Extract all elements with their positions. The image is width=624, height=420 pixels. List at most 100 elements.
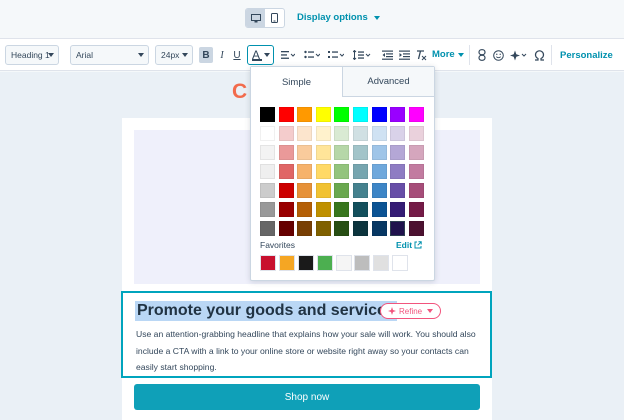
emoji-button[interactable] — [491, 47, 505, 63]
color-swatch[interactable] — [334, 145, 350, 160]
color-swatch[interactable] — [371, 164, 387, 179]
clear-formatting-button[interactable] — [414, 47, 428, 63]
rich-text-module[interactable]: Promote your goods and services Refine U… — [121, 291, 492, 378]
personalize-button[interactable]: Personalize — [560, 50, 613, 61]
color-swatch[interactable] — [390, 107, 406, 122]
color-swatch[interactable] — [297, 145, 313, 160]
indent-increase-button[interactable] — [397, 47, 411, 63]
tab-advanced[interactable]: Advanced — [342, 67, 434, 97]
color-swatch[interactable] — [297, 107, 313, 122]
color-swatch[interactable] — [390, 126, 406, 141]
color-swatch[interactable] — [315, 221, 331, 236]
color-swatch[interactable] — [408, 145, 424, 160]
align-button[interactable] — [278, 47, 298, 63]
color-swatch[interactable] — [278, 183, 294, 198]
color-swatch[interactable] — [371, 183, 387, 198]
font-family-select[interactable]: Arial — [70, 45, 149, 65]
color-swatch[interactable] — [297, 126, 313, 141]
color-swatch[interactable] — [278, 164, 294, 179]
color-swatch[interactable] — [278, 202, 294, 217]
color-swatch[interactable] — [315, 202, 331, 217]
color-swatch[interactable] — [352, 107, 368, 122]
color-swatch[interactable] — [278, 107, 294, 122]
block-style-select[interactable]: Heading 1 — [5, 45, 59, 65]
color-swatch[interactable] — [371, 221, 387, 236]
color-swatch[interactable] — [260, 145, 275, 160]
color-swatch[interactable] — [352, 145, 368, 160]
favorite-color-swatch[interactable] — [316, 255, 333, 271]
color-swatch[interactable] — [334, 164, 350, 179]
color-swatch[interactable] — [297, 221, 313, 236]
color-swatch[interactable] — [371, 202, 387, 217]
favorite-color-swatch[interactable] — [335, 255, 352, 271]
indent-decrease-button[interactable] — [380, 47, 394, 63]
shop-now-button[interactable]: Shop now — [134, 384, 480, 410]
color-swatch[interactable] — [390, 221, 406, 236]
color-swatch[interactable] — [297, 183, 313, 198]
color-swatch[interactable] — [260, 183, 275, 198]
bold-button[interactable]: B — [199, 47, 213, 63]
color-swatch[interactable] — [390, 183, 406, 198]
color-swatch[interactable] — [352, 164, 368, 179]
color-swatch[interactable] — [371, 107, 387, 122]
color-swatch[interactable] — [334, 126, 350, 141]
color-swatch[interactable] — [408, 221, 424, 236]
color-swatch[interactable] — [260, 126, 275, 141]
color-swatch[interactable] — [408, 126, 424, 141]
color-swatch[interactable] — [408, 107, 424, 122]
favorite-color-swatch[interactable] — [297, 255, 314, 271]
module-body-text[interactable]: Use an attention-grabbing headline that … — [136, 326, 481, 376]
color-swatch[interactable] — [352, 183, 368, 198]
color-swatch[interactable] — [371, 126, 387, 141]
color-swatch[interactable] — [390, 202, 406, 217]
bulleted-list-button[interactable] — [302, 47, 322, 63]
color-swatch[interactable] — [352, 202, 368, 217]
color-swatch[interactable] — [260, 221, 275, 236]
numbered-list-button[interactable] — [326, 47, 346, 63]
color-swatch[interactable] — [334, 202, 350, 217]
color-swatch[interactable] — [315, 107, 331, 122]
color-swatch[interactable] — [315, 126, 331, 141]
desktop-view-button[interactable] — [246, 9, 265, 27]
color-swatch[interactable] — [297, 202, 313, 217]
font-color-button[interactable]: A — [247, 45, 274, 65]
color-swatch[interactable] — [297, 164, 313, 179]
ai-assistant-button[interactable] — [508, 47, 528, 63]
color-swatch[interactable] — [408, 164, 424, 179]
color-swatch[interactable] — [315, 145, 331, 160]
color-swatch[interactable] — [334, 183, 350, 198]
underline-button[interactable]: U — [230, 47, 244, 63]
color-swatch[interactable] — [260, 107, 275, 122]
color-swatch[interactable] — [315, 183, 331, 198]
color-swatch[interactable] — [260, 164, 275, 179]
favorite-color-swatch[interactable] — [392, 255, 409, 271]
color-swatch[interactable] — [278, 126, 294, 141]
favorite-color-swatch[interactable] — [278, 255, 295, 271]
color-swatch[interactable] — [352, 126, 368, 141]
color-swatch[interactable] — [371, 145, 387, 160]
color-swatch[interactable] — [408, 202, 424, 217]
refine-button[interactable]: Refine — [380, 303, 442, 319]
tab-simple[interactable]: Simple — [251, 67, 342, 97]
color-swatch[interactable] — [278, 221, 294, 236]
favorite-color-swatch[interactable] — [354, 255, 371, 271]
font-size-select[interactable]: 24px — [155, 45, 193, 65]
module-heading[interactable]: Promote your goods and services — [135, 301, 397, 321]
color-swatch[interactable] — [352, 221, 368, 236]
special-characters-button[interactable] — [532, 47, 546, 63]
color-swatch[interactable] — [390, 145, 406, 160]
link-button[interactable] — [475, 47, 489, 63]
favorite-color-swatch[interactable] — [260, 255, 276, 271]
color-swatch[interactable] — [260, 202, 275, 217]
color-swatch[interactable] — [278, 145, 294, 160]
display-options-button[interactable]: Display options — [297, 12, 380, 23]
color-swatch[interactable] — [334, 107, 350, 122]
mobile-view-button[interactable] — [265, 9, 284, 27]
edit-favorites-link[interactable]: Edit — [396, 240, 422, 250]
favorite-color-swatch[interactable] — [373, 255, 390, 271]
italic-button[interactable]: I — [215, 47, 229, 63]
color-swatch[interactable] — [390, 164, 406, 179]
color-swatch[interactable] — [315, 164, 331, 179]
color-swatch[interactable] — [408, 183, 424, 198]
color-swatch[interactable] — [334, 221, 350, 236]
